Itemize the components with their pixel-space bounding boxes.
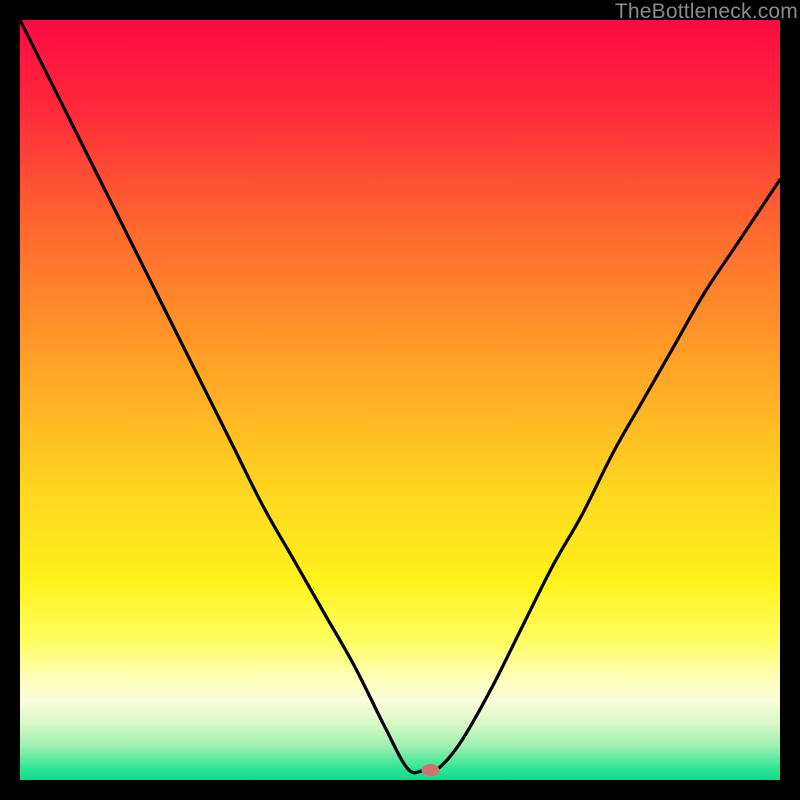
gradient-background <box>20 20 780 780</box>
chart-svg <box>20 20 780 780</box>
plot-area <box>20 20 780 780</box>
watermark-text: TheBottleneck.com <box>615 0 798 24</box>
minimum-marker <box>421 764 439 776</box>
chart-frame: TheBottleneck.com <box>0 0 800 800</box>
